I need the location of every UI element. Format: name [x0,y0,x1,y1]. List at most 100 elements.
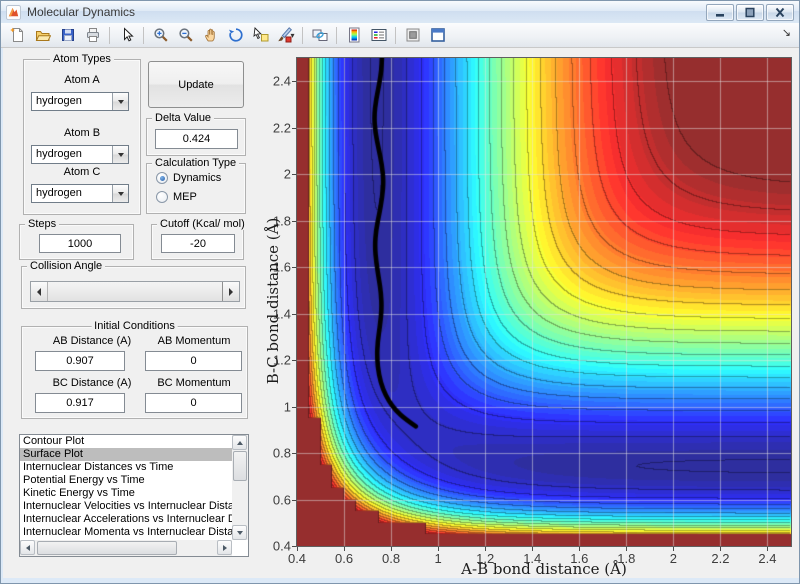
y-tick-label: 2.4 [272,73,291,89]
matlab-logo-icon [6,4,21,20]
atom-b-dropdown-button[interactable] [112,146,128,163]
x-tick-mark [626,547,628,551]
listbox-item[interactable]: Internuclear Velocities vs Internuclear … [20,500,232,513]
toolbar-separator [143,26,144,44]
minimize-icon [716,14,724,17]
mep-radio[interactable] [156,191,168,203]
bc-distance-field[interactable] [35,393,125,413]
y-tick-mark [292,81,296,83]
slider-right-arrow[interactable] [222,282,239,301]
dynamics-radio-row[interactable]: Dynamics [156,172,221,184]
insert-legend-button[interactable] [367,25,390,46]
data-cursor-button[interactable] [249,25,272,46]
update-button[interactable]: Update [148,61,244,108]
toolbar-separator [109,26,110,44]
ab-momentum-label: AB Momentum [157,335,231,347]
brush-button[interactable]: ▾ [274,25,297,46]
listbox-item[interactable]: Internuclear Accelerations vs Internucle… [20,513,232,526]
hide-plot-tools-button[interactable] [401,25,424,46]
rotate-3d-icon [228,28,243,42]
y-tick-mark [292,499,296,501]
y-tick-mark [292,546,296,547]
toolbar-overflow-icon[interactable]: ↘ [782,28,791,39]
pointer-button[interactable] [115,25,138,46]
save-figure-icon [61,29,74,41]
calculation-type-panel: Calculation Type Dynamics MEP [146,157,246,214]
hscroll-thumb[interactable] [37,540,177,555]
listbox-vscrollbar[interactable] [232,435,248,540]
hide-plot-tools-icon [406,28,419,42]
vscroll-up-button[interactable] [232,435,247,450]
mep-radio-row[interactable]: MEP [156,191,197,203]
link-plots-button[interactable] [308,25,331,46]
hscroll-left-button[interactable] [20,540,35,555]
y-tick-label: 0.8 [272,445,291,461]
insert-colorbar-button[interactable] [342,25,365,46]
show-plot-tools-dock-button[interactable] [426,25,449,46]
slider-track[interactable] [48,282,222,301]
zoom-in-button[interactable] [149,25,172,46]
close-icon [775,7,785,18]
arrow-up-icon [236,440,243,445]
listbox-item[interactable]: Kinetic Energy vs Time [20,487,232,500]
x-tick-mark [485,547,487,551]
delta-value-field[interactable] [155,129,238,149]
steps-field[interactable] [39,234,121,253]
atom-types-panel: Atom Types Atom A hydrogen Atom B hydrog… [23,53,141,215]
cutoff-panel: Cutoff (Kcal/ mol) [151,218,248,260]
atom-a-label: Atom A [64,74,100,86]
ab-distance-label: AB Distance (A) [52,335,132,347]
atom-b-dropdown[interactable]: hydrogen [31,145,129,164]
close-button[interactable] [766,4,794,21]
rotate-3d-button[interactable] [224,25,247,46]
vscroll-down-button[interactable] [232,525,247,540]
y-tick-mark [292,174,296,176]
x-tick-mark [720,547,722,551]
save-figure-button[interactable] [56,25,79,46]
initial-conditions-panel: Initial Conditions AB Distance (A) AB Mo… [21,320,248,419]
atom-a-dropdown[interactable]: hydrogen [31,92,129,111]
x-tick-label: 1 [434,551,442,566]
listbox-item[interactable]: Internuclear Distances vs Time [20,461,232,474]
zoom-out-button[interactable] [174,25,197,46]
pan-hand-button[interactable] [199,25,222,46]
toolbar-separator [302,26,303,44]
maximize-button[interactable] [736,4,764,21]
figure-toolbar: ▾ [1,23,799,48]
listbox-item[interactable]: Internuclear Momenta vs Internuclear Dis… [20,526,232,539]
listbox-item[interactable]: Surface Plot [20,448,232,461]
show-plot-tools-dock-icon [430,28,445,42]
atom-b-value: hydrogen [36,148,82,160]
cutoff-field[interactable] [161,234,235,253]
atom-c-dropdown-button[interactable] [112,185,128,202]
open-file-button[interactable] [31,25,54,46]
listbox-item[interactable]: Potential Energy vs Time [20,474,232,487]
x-tick-label: 0.8 [382,551,401,566]
bc-momentum-field[interactable] [145,393,242,413]
slider-left-arrow[interactable] [31,282,48,301]
dynamics-radio[interactable] [156,172,168,184]
ab-momentum-field[interactable] [145,351,242,371]
zoom-out-icon [178,28,193,42]
atom-types-title: Atom Types [50,53,114,65]
atom-c-dropdown[interactable]: hydrogen [31,184,129,203]
plot-type-listbox[interactable]: Contour Plot Surface Plot Internuclear Dis… [19,434,249,557]
print-figure-button[interactable] [81,25,104,46]
listbox-hscrollbar[interactable] [20,540,232,556]
chevron-down-icon[interactable]: ▾ [290,31,294,40]
contour-plot-canvas[interactable] [297,58,791,546]
delta-value-panel: Delta Value [146,112,246,156]
initial-conditions-title: Initial Conditions [91,320,178,332]
new-figure-button[interactable] [6,25,29,46]
y-tick-label: 0.6 [272,492,291,508]
x-tick-label: 2.2 [711,551,730,566]
ab-distance-field[interactable] [35,351,125,371]
atom-a-dropdown-button[interactable] [112,93,128,110]
listbox-item[interactable]: Contour Plot [20,435,232,448]
collision-angle-slider[interactable] [30,281,240,302]
hscroll-right-button[interactable] [217,540,232,555]
arrow-right-icon [229,287,233,296]
vscroll-thumb[interactable] [232,451,247,481]
minimize-button[interactable] [706,4,734,21]
x-axis-label: A-B bond distance (Å) [461,560,627,578]
